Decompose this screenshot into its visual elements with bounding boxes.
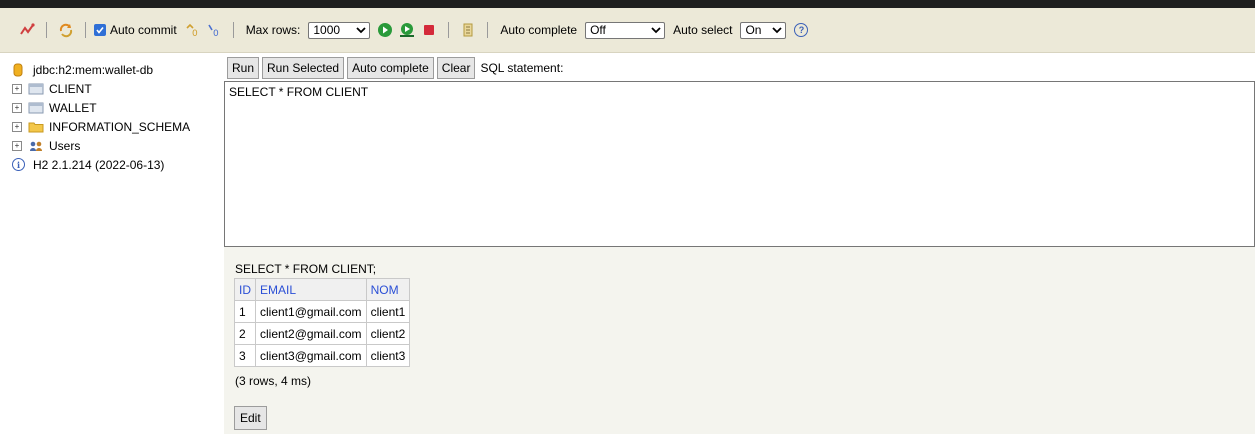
history-icon[interactable] — [459, 21, 477, 39]
chevron-down-icon — [356, 23, 367, 37]
table-row: 2 client2@gmail.com client2 — [234, 322, 411, 345]
toolbar-separator — [46, 22, 47, 38]
sql-statement-label: SQL statement: — [480, 60, 564, 75]
tree-item-client[interactable]: + CLIENT — [0, 79, 224, 98]
tree-item-label: INFORMATION_SCHEMA — [49, 119, 191, 134]
expand-icon[interactable]: + — [12, 140, 22, 151]
max-rows-value: 1000 — [313, 23, 341, 37]
clear-button[interactable]: Clear — [436, 56, 476, 79]
connection-label: jdbc:h2:mem:wallet-db — [33, 62, 154, 77]
table-cell: client3@gmail.com — [255, 344, 367, 367]
edit-button[interactable]: Edit — [234, 406, 267, 430]
table-header-row: ID EMAIL NOM — [234, 278, 411, 301]
toolbar-separator — [448, 22, 450, 38]
tree-item-label: Users — [49, 138, 81, 153]
auto-complete-select[interactable]: Off — [585, 21, 666, 39]
users-icon — [28, 140, 44, 152]
results-table: ID EMAIL NOM 1 client1@gmail.com client1… — [234, 278, 411, 367]
sql-editor[interactable]: SELECT * FROM CLIENT — [224, 81, 1255, 247]
database-icon — [12, 63, 28, 76]
query-panel: Run Run Selected Auto complete Clear SQL… — [224, 54, 1255, 247]
expand-icon[interactable]: + — [12, 121, 22, 132]
executed-statement: SELECT * FROM CLIENT; — [235, 262, 377, 276]
toolbar-separator — [85, 22, 86, 38]
table-row: 1 client1@gmail.com client1 — [234, 300, 411, 323]
table-cell: client2 — [365, 322, 411, 345]
table-cell: client1 — [365, 300, 411, 323]
auto-commit-label: Auto commit — [110, 23, 177, 37]
tree-item-users[interactable]: + Users — [0, 136, 224, 155]
tree-version: i H2 2.1.214 (2022-06-13) — [0, 155, 224, 174]
table-icon — [28, 83, 44, 95]
row-count-info: (3 rows, 4 ms) — [235, 374, 312, 388]
auto-select-select[interactable]: On — [740, 21, 787, 39]
auto-complete-value: Off — [590, 23, 606, 37]
stop-icon[interactable] — [420, 21, 438, 39]
info-glyph: i — [12, 158, 25, 171]
expand-icon[interactable]: + — [12, 83, 22, 94]
folder-icon — [28, 121, 44, 133]
tree-item-label: WALLET — [49, 100, 97, 115]
auto-commit-checkbox[interactable]: Auto commit — [94, 23, 177, 37]
column-header[interactable]: NOM — [365, 278, 411, 301]
rollback-icon[interactable]: 0 — [205, 21, 223, 39]
commit-icon[interactable]: 0 — [183, 21, 201, 39]
column-header[interactable]: ID — [234, 278, 256, 301]
chevron-down-icon — [651, 23, 661, 37]
table-row: 3 client3@gmail.com client3 — [234, 344, 411, 367]
table-icon — [28, 102, 44, 114]
auto-complete-label: Auto complete — [500, 23, 578, 37]
results-panel: SELECT * FROM CLIENT; ID EMAIL NOM 1 cli… — [224, 247, 1255, 434]
expand-icon[interactable]: + — [12, 102, 22, 113]
auto-select-label: Auto select — [673, 23, 733, 37]
help-icon[interactable]: ? — [794, 23, 809, 37]
table-cell: client3 — [365, 344, 411, 367]
run-button[interactable]: Run — [227, 56, 260, 79]
table-cell: 2 — [234, 322, 256, 345]
table-cell: 1 — [234, 300, 256, 323]
auto-select-value: On — [745, 23, 762, 37]
window-top-border — [0, 0, 1255, 8]
toolbar-separator — [487, 22, 489, 38]
tree-item-wallet[interactable]: + WALLET — [0, 98, 224, 117]
tree-connection[interactable]: jdbc:h2:mem:wallet-db — [0, 60, 224, 79]
chevron-down-icon — [772, 23, 783, 37]
max-rows-select[interactable]: 1000 — [308, 21, 371, 39]
query-button-row: Run Run Selected Auto complete Clear SQL… — [224, 54, 1255, 81]
table-cell: client1@gmail.com — [255, 300, 367, 323]
toolbar-separator — [232, 22, 234, 38]
auto-complete-button[interactable]: Auto complete — [347, 56, 434, 79]
refresh-icon[interactable] — [57, 21, 75, 39]
run-icon[interactable] — [376, 21, 394, 39]
table-cell: client2@gmail.com — [255, 322, 367, 345]
checkmark-icon — [94, 24, 106, 36]
run-selected-icon[interactable] — [398, 21, 416, 39]
tree-item-information-schema[interactable]: + INFORMATION_SCHEMA — [0, 117, 224, 136]
disconnect-icon[interactable] — [18, 21, 36, 39]
version-label: H2 2.1.214 (2022-06-13) — [33, 157, 165, 172]
info-icon: i — [12, 158, 28, 171]
max-rows-label: Max rows: — [245, 23, 301, 37]
toolbar: Auto commit 0 0 Max rows: 1000 Auto comp… — [0, 8, 1255, 53]
tree-item-label: CLIENT — [49, 81, 92, 96]
svg-text:0: 0 — [192, 29, 198, 38]
svg-text:0: 0 — [213, 29, 219, 38]
run-selected-button[interactable]: Run Selected — [262, 56, 345, 79]
object-tree: jdbc:h2:mem:wallet-db + CLIENT + WALLET … — [0, 54, 224, 434]
table-cell: 3 — [234, 344, 256, 367]
column-header[interactable]: EMAIL — [255, 278, 367, 301]
